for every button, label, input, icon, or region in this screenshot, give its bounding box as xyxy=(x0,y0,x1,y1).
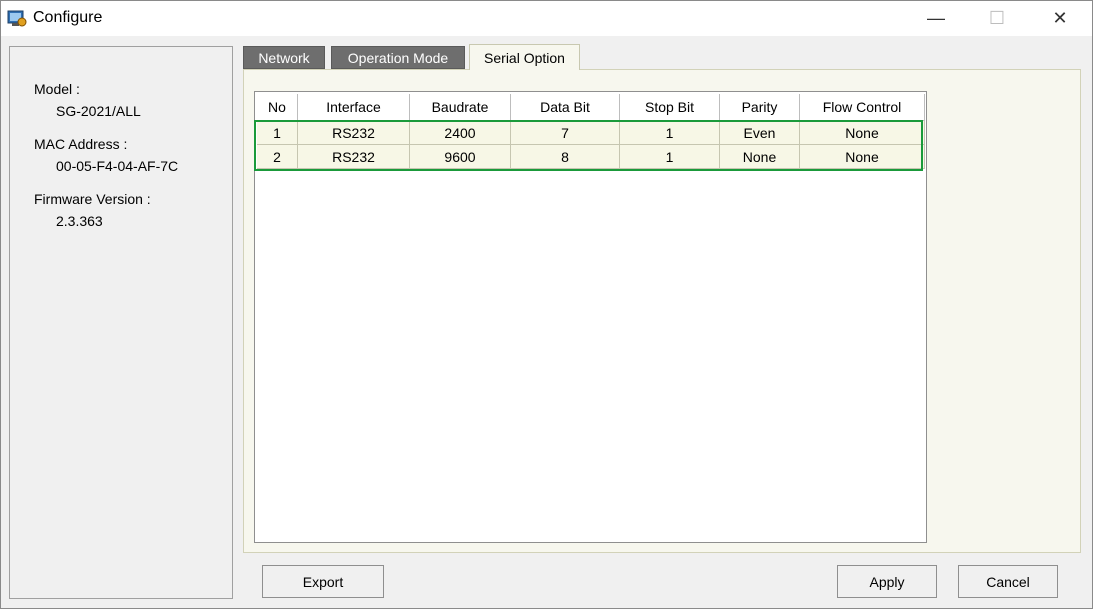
cell-flow-control: None xyxy=(800,121,925,145)
cell-baudrate: 2400 xyxy=(410,121,511,145)
cell-parity: Even xyxy=(720,121,800,145)
tab-network[interactable]: Network xyxy=(243,46,325,69)
cell-no: 2 xyxy=(257,145,298,169)
title-bar: Configure — ☐ ✕ xyxy=(1,1,1092,36)
window-title: Configure xyxy=(33,9,103,26)
tab-serial-option[interactable]: Serial Option xyxy=(469,44,580,70)
column-header-parity[interactable]: Parity xyxy=(720,94,800,121)
firmware-version-value: 2.3.363 xyxy=(56,213,103,229)
cell-parity: None xyxy=(720,145,800,169)
column-header-data-bit[interactable]: Data Bit xyxy=(511,94,620,121)
model-value: SG-2021/ALL xyxy=(56,103,141,119)
app-icon xyxy=(7,8,27,28)
column-header-flow-control[interactable]: Flow Control xyxy=(800,94,925,121)
close-button[interactable]: ✕ xyxy=(1037,1,1083,35)
apply-button[interactable]: Apply xyxy=(837,565,937,598)
export-button[interactable]: Export xyxy=(262,565,384,598)
cell-no: 1 xyxy=(257,121,298,145)
minimize-button[interactable]: — xyxy=(913,1,959,35)
cell-flow-control: None xyxy=(800,145,925,169)
firmware-version-label: Firmware Version : xyxy=(34,191,151,207)
cell-interface: RS232 xyxy=(298,145,410,169)
device-info-panel: Model : SG-2021/ALL MAC Address : 00-05-… xyxy=(9,46,233,599)
model-label: Model : xyxy=(34,81,80,97)
cell-data-bit: 8 xyxy=(511,145,620,169)
configure-window: Configure — ☐ ✕ Model : SG-2021/ALL MAC … xyxy=(0,0,1093,609)
column-header-no[interactable]: No xyxy=(257,94,298,121)
cell-stop-bit: 1 xyxy=(620,121,720,145)
cell-interface: RS232 xyxy=(298,121,410,145)
maximize-button[interactable]: ☐ xyxy=(974,1,1020,35)
mac-address-label: MAC Address : xyxy=(34,136,128,152)
column-header-baudrate[interactable]: Baudrate xyxy=(410,94,511,121)
cell-baudrate: 9600 xyxy=(410,145,511,169)
cell-stop-bit: 1 xyxy=(620,145,720,169)
mac-address-value: 00-05-F4-04-AF-7C xyxy=(56,158,179,174)
tab-operation-mode[interactable]: Operation Mode xyxy=(331,46,465,69)
serial-port-list[interactable]: No Interface Baudrate Data Bit Stop Bit … xyxy=(254,91,927,543)
column-header-interface[interactable]: Interface xyxy=(298,94,410,121)
cancel-button[interactable]: Cancel xyxy=(958,565,1058,598)
column-header-stop-bit[interactable]: Stop Bit xyxy=(620,94,720,121)
cell-data-bit: 7 xyxy=(511,121,620,145)
